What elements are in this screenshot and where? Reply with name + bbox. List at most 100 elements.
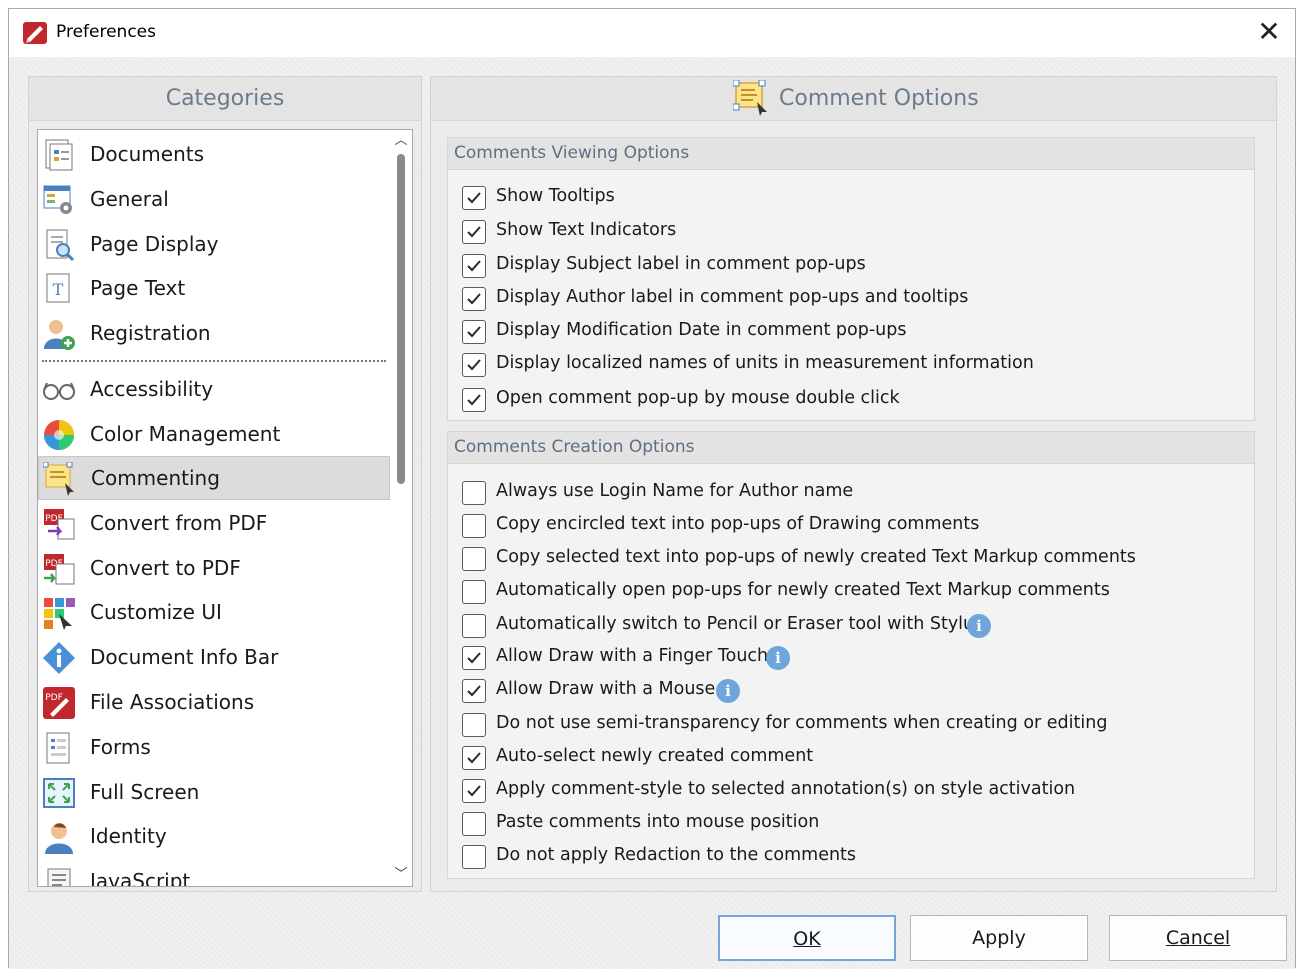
unchecked-checkbox[interactable] [462,812,486,836]
convert-to-pdf-icon: PDF [42,552,76,586]
option-label[interactable]: Open comment pop-up by mouse double clic… [496,388,900,408]
category-label: Color Management [90,422,281,446]
category-label: File Associations [90,690,255,714]
category-label: Forms [90,735,151,759]
options-title: Comment Options [779,86,979,111]
option-label[interactable]: Allow Draw with a Finger Touch [496,646,768,666]
category-item-page-display[interactable]: Page Display [38,223,390,267]
checked-checkbox[interactable] [462,220,486,244]
category-label: Customize UI [90,600,222,624]
categories-list[interactable]: JavaScript Identity Full Screen Forms PDF Fil… [37,129,413,887]
option-label[interactable]: Copy encircled text into pop-ups of Draw… [496,514,979,534]
category-item-convert-from-pdf[interactable]: PDF Convert from PDF [38,502,390,546]
category-item-identity[interactable]: Identity [38,815,390,859]
apply-button[interactable]: Apply [910,915,1088,961]
category-label: Document Info Bar [90,645,279,669]
general-icon [42,183,76,217]
title-bar: Preferences ✕ [9,9,1295,57]
checked-checkbox[interactable] [462,746,486,770]
checked-checkbox[interactable] [462,186,486,210]
customize-ui-icon [42,596,76,630]
category-item-customize-ui[interactable]: Customize UI [38,591,390,635]
checked-checkbox[interactable] [462,646,486,670]
option-label[interactable]: Automatically open pop-ups for newly cre… [496,580,1110,600]
scroll-up-icon[interactable]: ︿ [390,130,412,152]
close-button[interactable]: ✕ [1253,17,1285,49]
category-item-documents[interactable]: Documents [38,133,390,177]
category-item-general[interactable]: General [38,178,390,222]
unchecked-checkbox[interactable] [462,614,486,638]
svg-text:PDF: PDF [45,693,63,703]
option-label[interactable]: Show Tooltips [496,186,615,206]
category-label: Registration [90,321,211,345]
option-label[interactable]: Do not apply Redaction to the comments [496,845,856,865]
option-label[interactable]: Allow Draw with a Mouse [496,679,715,699]
category-label: Full Screen [90,780,200,804]
option-label[interactable]: Automatically switch to Pencil or Eraser… [496,614,983,634]
categories-scrollbar[interactable]: ︿ ﹀ [390,130,412,886]
unchecked-checkbox[interactable] [462,845,486,869]
option-label[interactable]: Display localized names of units in meas… [496,353,1034,373]
info-icon[interactable]: i [967,614,991,638]
comment-options-icon [732,79,769,116]
option-label[interactable]: Apply comment-style to selected annotati… [496,779,1075,799]
identity-icon [42,820,76,854]
option-label[interactable]: Paste comments into mouse position [496,812,819,832]
category-item-convert-to-pdf[interactable]: PDF Convert to PDF [38,547,390,591]
checked-checkbox[interactable] [462,320,486,344]
unchecked-checkbox[interactable] [462,713,486,737]
categories-header: Categories [29,77,421,121]
convert-from-pdf-icon: PDF [42,507,76,541]
category-item-registration[interactable]: Registration [38,312,390,356]
viewing-options-title: Comments Viewing Options [448,138,1254,170]
category-item-document-info-bar[interactable]: Document Info Bar [38,636,390,680]
creation-options-title: Comments Creation Options [448,432,1254,464]
option-label[interactable]: Do not use semi-transparency for comment… [496,713,1107,733]
page-display-icon [42,228,76,262]
unchecked-checkbox[interactable] [462,580,486,604]
category-item-forms[interactable]: Forms [38,726,390,770]
accessibility-icon [42,373,76,407]
category-item-commenting[interactable]: Commenting [38,456,390,500]
category-label: Documents [90,142,205,166]
options-header: Comment Options [431,77,1276,121]
ok-button[interactable]: OK [718,915,896,961]
checked-checkbox[interactable] [462,353,486,377]
scroll-down-icon[interactable]: ﹀ [390,864,412,886]
javascript-icon [42,865,76,886]
checked-checkbox[interactable] [462,779,486,803]
category-label: Accessibility [90,377,214,401]
unchecked-checkbox[interactable] [462,547,486,571]
unchecked-checkbox[interactable] [462,481,486,505]
category-item-color-management[interactable]: Color Management [38,413,390,457]
option-label[interactable]: Copy selected text into pop-ups of newly… [496,547,1136,567]
checked-checkbox[interactable] [462,254,486,278]
category-item-javascript[interactable]: JavaScript [38,860,390,886]
category-item-accessibility[interactable]: Accessibility [38,368,390,412]
option-label[interactable]: Always use Login Name for Author name [496,481,853,501]
checked-checkbox[interactable] [462,388,486,412]
forms-icon [42,731,76,765]
page-text-icon: T [42,272,76,306]
option-label[interactable]: Auto-select newly created comment [496,746,813,766]
checked-checkbox[interactable] [462,679,486,703]
checked-checkbox[interactable] [462,287,486,311]
category-label: General [90,187,169,211]
option-label[interactable]: Show Text Indicators [496,220,676,240]
option-label[interactable]: Display Author label in comment pop-ups … [496,287,968,307]
svg-text:T: T [53,280,64,299]
close-icon: ✕ [1257,15,1281,48]
category-item-page-text[interactable]: T Page Text [38,267,390,311]
category-separator [42,360,386,362]
option-label[interactable]: Display Modification Date in comment pop… [496,320,906,340]
info-icon[interactable]: i [716,679,740,703]
viewing-options-group: Comments Viewing Options Show Tooltips Sh… [447,137,1255,421]
unchecked-checkbox[interactable] [462,514,486,538]
category-item-full-screen[interactable]: Full Screen [38,771,390,815]
category-item-file-associations[interactable]: PDF File Associations [38,681,390,725]
apply-label: Apply [972,927,1026,949]
scroll-thumb[interactable] [397,154,405,484]
option-label[interactable]: Display Subject label in comment pop-ups [496,254,866,274]
cancel-button[interactable]: Cancel [1109,915,1287,961]
info-icon[interactable]: i [766,646,790,670]
